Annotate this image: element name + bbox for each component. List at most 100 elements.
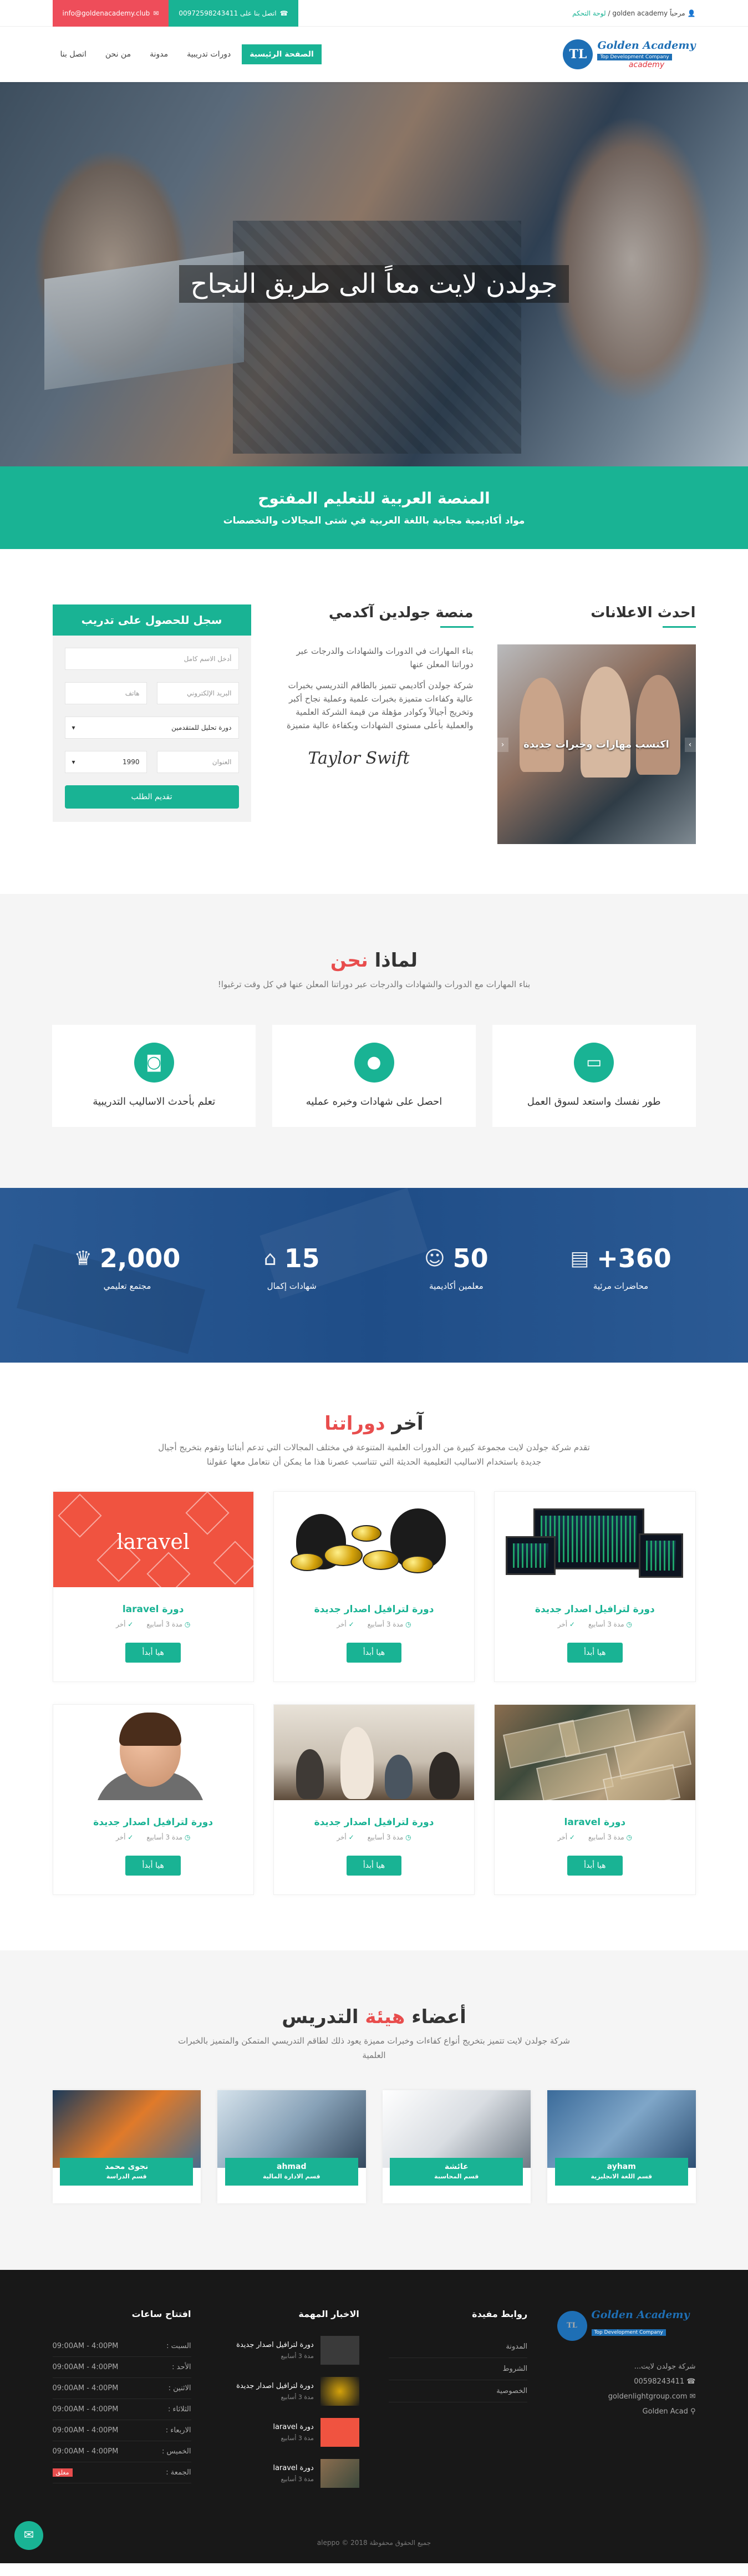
instructor-photo: [382, 2090, 531, 2168]
hours-row: السبت : 09:00AM - 4:00PM: [52, 2336, 191, 2357]
news-item[interactable]: دورة laravel مدة 3 أسابيع: [221, 2418, 359, 2447]
stat-number: 50: [452, 1243, 489, 1273]
avatar-illustration-hair: [119, 1713, 181, 1746]
phone-input[interactable]: هاتف: [64, 682, 147, 704]
about-paragraph-1: بناء المهارات في الدورات والشهادات والدر…: [296, 646, 474, 669]
email-contact[interactable]: ✉ info@goldenacademy.club: [52, 0, 169, 27]
gold-coin: [323, 1544, 363, 1566]
course-start-button[interactable]: هيا أبدأ: [346, 1856, 402, 1876]
news-title[interactable]: دورة لترافيل اصدار جديدة: [236, 2382, 314, 2390]
menu-item-home[interactable]: الصفحة الرئيسية: [242, 44, 322, 64]
courses-grid: دورة لترافيل اصدار جديدة ◷ مدة 3 أسابيع ✓ …: [52, 1491, 696, 1895]
instructor-card[interactable]: ahmad قسم الادارة المالية: [217, 2090, 366, 2203]
form-title: سجل للحصول على تدريب: [52, 604, 251, 636]
site-logo[interactable]: TL Golden Academy Top Development Compan…: [563, 39, 696, 69]
courses-section: آخر دوراتنا تقدم شركة جولدن لايت مجموعة …: [0, 1363, 748, 1950]
banner-title: المنصة العربية للتعليم المفتوح: [258, 489, 490, 507]
course-card[interactable]: دورة لترافيل اصدار جديدة ◷ مدة 3 أسابيع ✓ …: [52, 1704, 254, 1895]
course-image[interactable]: [273, 1705, 475, 1800]
courses-title-a: آخر: [391, 1413, 424, 1435]
course-image[interactable]: [495, 1492, 695, 1587]
hero-title: جولدن لايت معاً الى طريق النجاح: [179, 265, 569, 303]
address-input[interactable]: العنوان: [156, 751, 239, 773]
course-title[interactable]: دورة لترافيل اصدار جديدة: [274, 1817, 474, 1828]
course-start-button[interactable]: هيا أبدأ: [567, 1856, 623, 1876]
course-start-button[interactable]: هيا أبدأ: [567, 1643, 623, 1663]
course-start-button[interactable]: هيا أبدأ: [125, 1643, 181, 1663]
course-card[interactable]: دورة laravel ◷ مدة 3 أسابيع ✓ أخر هيا أبدأ: [494, 1704, 696, 1895]
hours-day: السبت :: [166, 2342, 191, 2350]
phone-text: اتصل بنا على 00972598243411: [179, 9, 277, 17]
course-title[interactable]: دورة laravel: [495, 1817, 695, 1828]
course-title[interactable]: دورة لترافيل اصدار جديدة: [274, 1604, 474, 1615]
stat-item: 15 ⌂ شهادات إكمال: [217, 1243, 367, 1291]
instructor-card[interactable]: ayham قسم اللغة الانجليزية: [547, 2090, 696, 2203]
courses-title: آخر دوراتنا: [53, 1413, 696, 1435]
footer-logo[interactable]: TL Golden Academy Top Development Compan…: [557, 2309, 696, 2349]
check-icon: ✓: [348, 1833, 354, 1841]
birth-year-select[interactable]: 1990 ▾: [64, 751, 147, 773]
phone-contact[interactable]: ☎ اتصل بنا على 00972598243411: [169, 0, 298, 27]
full-name-input[interactable]: أدخل الاسم كامل: [64, 648, 239, 670]
footer-email: goldenlightgroup.com: [608, 2392, 688, 2401]
check-icon: ✓: [569, 1620, 575, 1628]
slider-prev-arrow-icon[interactable]: ‹: [497, 738, 508, 752]
menu-item-contact[interactable]: اتصل بنا: [53, 44, 94, 64]
footer-links-title: روابط مفيدة: [472, 2309, 528, 2319]
slider-photo-person: [519, 678, 564, 772]
news-item[interactable]: دورة laravel مدة 3 أسابيع: [221, 2459, 359, 2488]
course-image[interactable]: [53, 1705, 253, 1800]
footer-link-blog[interactable]: المدونة: [389, 2336, 528, 2358]
mail-icon[interactable]: ✉: [14, 2521, 43, 2550]
course-image[interactable]: laravel: [53, 1492, 253, 1587]
slider-photo-person: [635, 675, 680, 775]
info-section: احدث الاعلانات اكتسب مهارات وخبرات جديدة…: [0, 549, 748, 894]
stat-label: مجتمع تعليمي: [103, 1281, 151, 1291]
news-title[interactable]: دورة laravel: [273, 2464, 314, 2472]
submit-button[interactable]: تقديم الطلب: [64, 785, 239, 809]
check-icon: ✓: [128, 1620, 134, 1628]
people-icon: ☺: [424, 1247, 445, 1270]
phone-icon: ☎: [684, 2377, 696, 2386]
footer-link-privacy[interactable]: الخصوصية: [389, 2380, 528, 2402]
email-input[interactable]: البريد الإلكتروني: [156, 682, 239, 704]
course-start-button[interactable]: هيا أبدأ: [346, 1643, 402, 1663]
announcement-slider[interactable]: اكتسب مهارات وخبرات جديدة ‹ ›: [497, 644, 696, 844]
gold-coin: [351, 1525, 381, 1542]
menu-item-blog[interactable]: مدونة: [142, 44, 176, 64]
menu-item-about[interactable]: من نحن: [98, 44, 139, 64]
news-item[interactable]: دورة لترافيل اصدار جديدة مدة 3 أسابيع: [221, 2377, 359, 2406]
course-level-text: أخر: [116, 1620, 126, 1628]
hours-time: 09:00AM - 4:00PM: [52, 2363, 119, 2371]
course-duration-text: مدة 3 أسابيع: [588, 1620, 624, 1628]
footer-link-terms[interactable]: الشروط: [389, 2358, 528, 2380]
instructor-card[interactable]: نجوى محمد قسم الدراسة: [52, 2090, 201, 2203]
course-card[interactable]: دورة لترافيل اصدار جديدة ◷ مدة 3 أسابيع ✓ …: [494, 1491, 696, 1682]
slider-next-arrow-icon[interactable]: ›: [684, 738, 696, 752]
course-title[interactable]: دورة laravel: [53, 1604, 253, 1615]
hours-time: 09:00AM - 4:00PM: [52, 2426, 119, 2435]
course-image[interactable]: [495, 1705, 695, 1800]
course-title[interactable]: دورة لترافيل اصدار جديدة: [495, 1604, 695, 1615]
course-start-button[interactable]: هيا أبدأ: [125, 1856, 181, 1876]
trading-monitor: [639, 1533, 684, 1578]
news-item[interactable]: دورة لترافيل اصدار جديدة مدة 3 أسابيع: [221, 2336, 359, 2365]
instructor-card[interactable]: عائشة قسم المحاسبة: [382, 2090, 531, 2203]
menu-item-courses[interactable]: دورات تدريبية: [179, 44, 238, 64]
hours-time: 09:00AM - 4:00PM: [52, 2447, 119, 2456]
course-select[interactable]: دورة تحليل للمتقدمين ▾: [64, 717, 239, 739]
check-icon: ✓: [128, 1833, 134, 1841]
clock-icon: ◷: [184, 1620, 191, 1628]
course-card[interactable]: دورة لترافيل اصدار جديدة ◷ مدة 3 أسابيع ✓ …: [273, 1704, 475, 1895]
mail-icon: ✉: [687, 2392, 696, 2401]
money-icon: ◙: [134, 1043, 174, 1083]
control-panel-link[interactable]: لوحة التحكم: [572, 9, 606, 17]
course-card[interactable]: laravel دورة laravel ◷ مدة 3 أسابيع ✓ أخر هي…: [52, 1491, 254, 1682]
news-title[interactable]: دورة laravel: [273, 2423, 314, 2431]
news-title[interactable]: دورة لترافيل اصدار جديدة: [236, 2341, 314, 2349]
course-title[interactable]: دورة لترافيل اصدار جديدة: [53, 1817, 253, 1828]
course-card[interactable]: دورة لترافيل اصدار جديدة ◷ مدة 3 أسابيع ✓ …: [273, 1491, 475, 1682]
location-icon: ⚲: [688, 2407, 696, 2416]
course-image[interactable]: [273, 1492, 475, 1587]
course-duration-text: مدة 3 أسابيع: [367, 1833, 404, 1841]
